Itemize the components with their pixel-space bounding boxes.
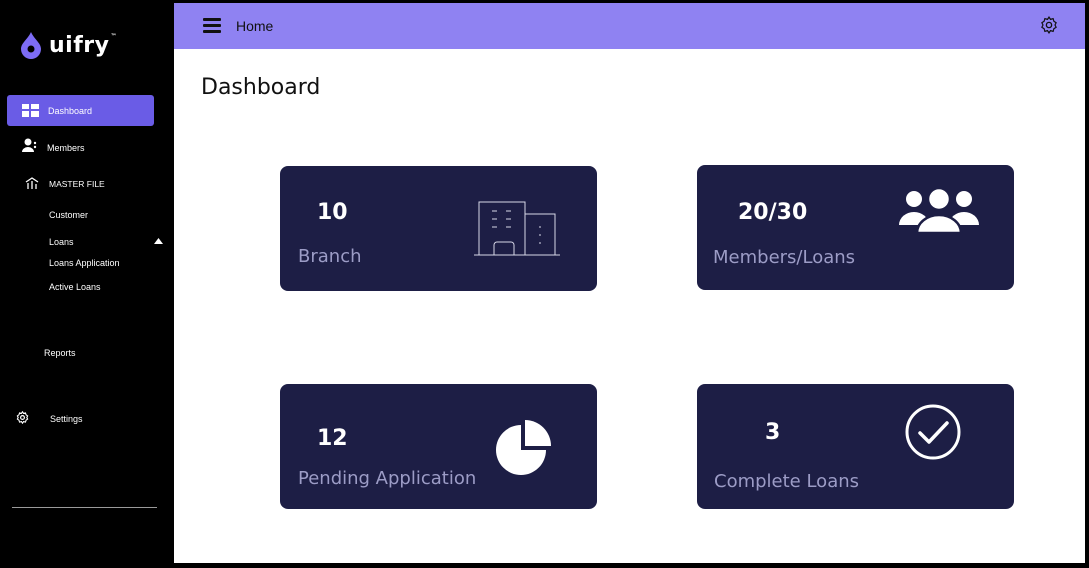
gear-icon	[16, 411, 29, 424]
sidebar-item-label: Settings	[50, 413, 83, 424]
group-icon	[899, 187, 979, 233]
sidebar-item-loans-application[interactable]: Loans Application	[49, 258, 120, 268]
grid-icon	[22, 104, 39, 117]
sidebar-divider	[12, 507, 157, 508]
sidebar-item-settings[interactable]: Settings	[16, 411, 83, 424]
sidebar-item-label: MASTER FILE	[49, 178, 105, 189]
brand-name: uifry™	[49, 32, 117, 58]
stat-label: Complete Loans	[714, 471, 860, 492]
stat-value: 10	[317, 200, 348, 225]
stat-label: Branch	[298, 246, 362, 267]
sidebar: uifry™ Dashboard Members MASTER FILE Cus…	[0, 0, 172, 568]
pie-chart-icon	[496, 420, 551, 475]
settings-gear-icon[interactable]	[1040, 16, 1058, 34]
stat-value: 20/30	[738, 200, 808, 225]
stat-card-pending-application[interactable]: 12 Pending Application	[280, 384, 597, 509]
building-icon	[474, 201, 560, 256]
topbar-title: Home	[236, 18, 274, 34]
sidebar-item-dashboard[interactable]: Dashboard	[7, 95, 154, 126]
check-circle-icon	[905, 404, 961, 460]
brand-logo[interactable]: uifry™	[20, 31, 117, 59]
stat-value: 3	[765, 420, 781, 445]
stat-label: Pending Application	[298, 468, 477, 489]
stat-value: 12	[317, 426, 348, 451]
hamburger-menu-icon[interactable]	[203, 18, 221, 33]
caret-up-icon[interactable]	[154, 238, 163, 244]
top-bar: Home	[174, 3, 1085, 49]
sidebar-item-label: Members	[47, 142, 85, 153]
sidebar-item-customer[interactable]: Customer	[49, 210, 88, 220]
page-title: Dashboard	[201, 75, 321, 100]
members-icon	[22, 138, 37, 152]
sidebar-item-reports[interactable]: Reports	[44, 348, 76, 358]
main-content: Home Dashboard 10 Branch 20/30 Members/L…	[174, 3, 1085, 563]
chart-icon	[25, 177, 39, 189]
stat-label: Members/Loans	[713, 247, 856, 268]
brand-tm: ™	[110, 32, 117, 40]
stat-card-complete-loans[interactable]: 3 Complete Loans	[697, 384, 1014, 509]
sidebar-item-active-loans[interactable]: Active Loans	[49, 282, 101, 292]
sidebar-item-members[interactable]: Members	[22, 138, 85, 153]
stat-card-members-loans[interactable]: 20/30 Members/Loans	[697, 165, 1014, 290]
sidebar-item-master-file[interactable]: MASTER FILE	[25, 177, 105, 190]
stat-card-branch[interactable]: 10 Branch	[280, 166, 597, 291]
sidebar-item-label: Dashboard	[48, 105, 93, 116]
sidebar-item-loans[interactable]: Loans	[49, 237, 74, 247]
drop-logo-icon	[21, 32, 41, 59]
